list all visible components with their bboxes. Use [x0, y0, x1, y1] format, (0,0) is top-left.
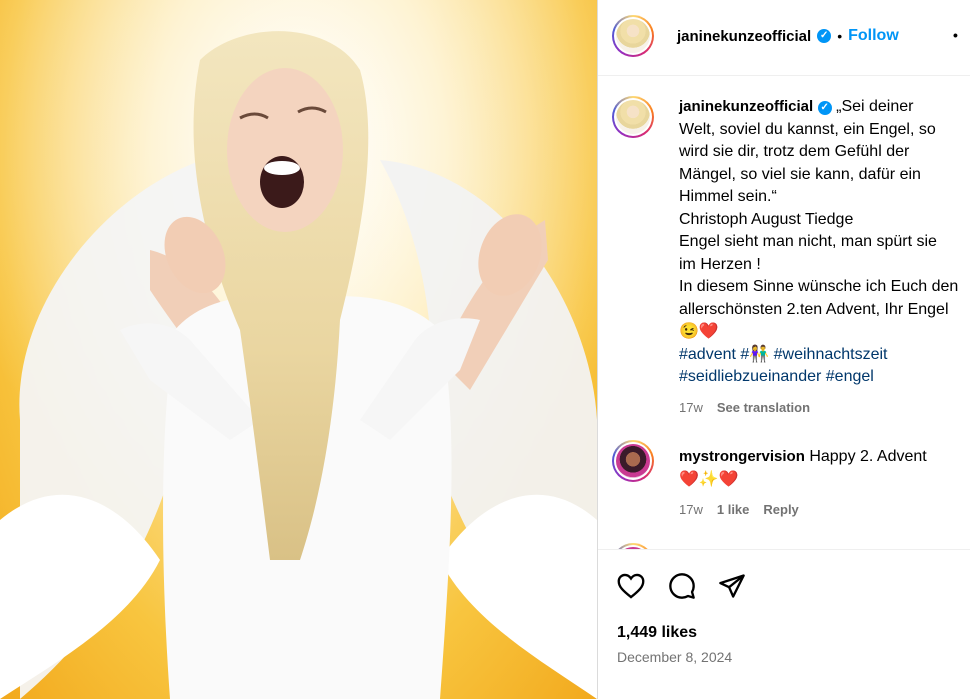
- caption-age[interactable]: 17w: [679, 397, 703, 420]
- post-actions: 1,449 likes December 8, 2024: [598, 549, 970, 699]
- verified-icon: ✓: [817, 101, 832, 115]
- comment-emoji-line: ❤️✨❤️: [679, 470, 739, 488]
- reply-button[interactable]: Reply: [763, 499, 798, 522]
- hashtags-line[interactable]: #seidliebzueinander #engel: [679, 366, 970, 389]
- comment-likes[interactable]: 1 like: [717, 499, 750, 522]
- see-translation-link[interactable]: See translation: [717, 397, 810, 420]
- commenter-avatar[interactable]: [612, 440, 654, 482]
- author-username[interactable]: janinekunzeofficial: [677, 28, 811, 45]
- likes-count[interactable]: 1,449 likes: [617, 624, 697, 642]
- heart-icon[interactable]: [614, 569, 648, 603]
- caption-line: allerschönsten 2.ten Advent, Ihr Engel: [679, 300, 949, 318]
- post-image[interactable]: [0, 0, 597, 699]
- author-avatar[interactable]: [612, 15, 654, 57]
- caption-emoji-line: 😉❤️: [679, 323, 719, 340]
- post-date[interactable]: December 8, 2024: [617, 649, 732, 665]
- share-icon[interactable]: [715, 569, 749, 603]
- caption-line: Christoph August Tiedge: [679, 210, 854, 228]
- comment-item: mystrongervision Happy 2. Advent ❤️✨❤️ 1…: [679, 446, 970, 522]
- caption-avatar[interactable]: [612, 96, 654, 138]
- caption-line: wird sie dir, trotz dem Gefühl der: [679, 143, 910, 160]
- caption-line: Welt, soviel du kannst, ein Engel, so: [679, 120, 936, 138]
- caption-line: Himmel sein.“: [679, 188, 777, 205]
- caption-line: In diesem Sinne wünsche ich Euch den: [679, 278, 959, 295]
- follow-button[interactable]: Follow: [848, 27, 899, 45]
- comment-age[interactable]: 17w: [679, 499, 703, 522]
- caption-line: Engel sieht man nicht, man spürt sie: [679, 233, 937, 250]
- comment-author[interactable]: mystrongervision: [679, 448, 805, 465]
- post-photo-illustration: [0, 0, 597, 699]
- caption: janinekunzeofficial ✓ „Sei deiner Welt, …: [679, 96, 970, 419]
- more-options-icon[interactable]: •: [953, 27, 958, 43]
- comment-icon[interactable]: [665, 569, 699, 603]
- caption-author[interactable]: janinekunzeofficial: [679, 98, 813, 115]
- post-header: janinekunzeofficial ✓ • Follow •: [598, 0, 970, 76]
- verified-icon: ✓: [817, 29, 832, 43]
- separator-dot: •: [837, 28, 843, 44]
- post-sidebar: janinekunzeofficial ✓ • Follow • janinek…: [598, 0, 970, 699]
- comment-text: Happy 2. Advent: [809, 448, 927, 465]
- caption-line: „Sei deiner: [836, 98, 914, 115]
- caption-line: Mängel, so viel sie kann, dafür ein: [679, 165, 921, 183]
- comments-list[interactable]: janinekunzeofficial ✓ „Sei deiner Welt, …: [598, 77, 970, 549]
- hashtags-line[interactable]: #advent #👫 #weihnachtszeit: [679, 344, 970, 367]
- caption-line: im Herzen !: [679, 255, 761, 273]
